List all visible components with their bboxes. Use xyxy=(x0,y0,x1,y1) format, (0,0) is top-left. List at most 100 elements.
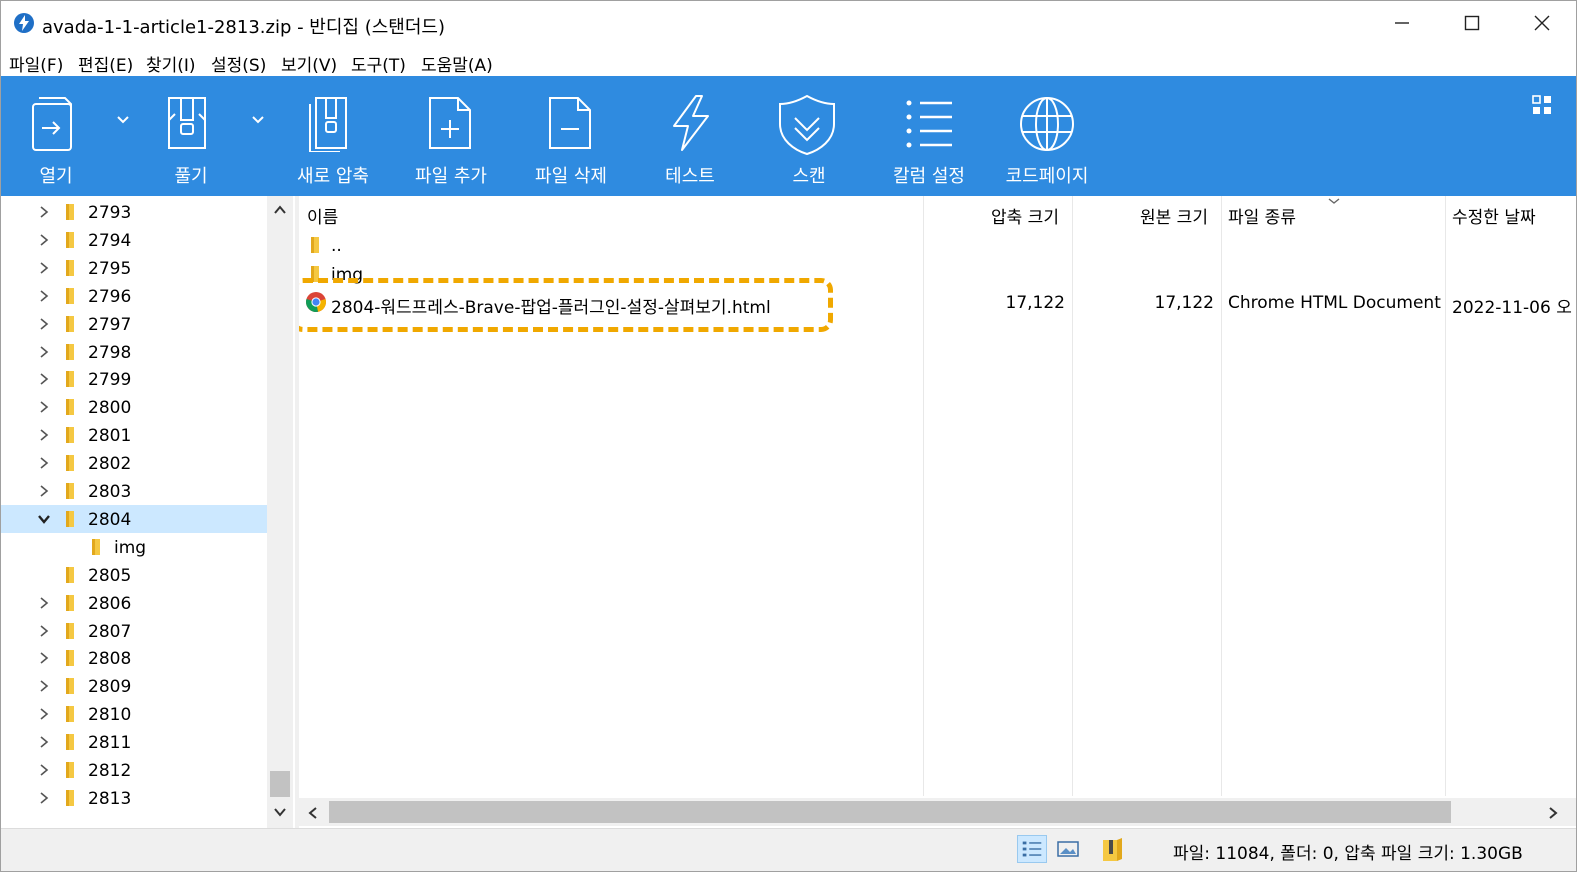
tree-item-2802[interactable]: 2802 xyxy=(1,449,267,477)
maximize-button[interactable] xyxy=(1437,1,1507,45)
minimize-button[interactable] xyxy=(1367,1,1437,45)
chevron-right-icon[interactable] xyxy=(37,317,51,331)
toolbar: 열기 풀기 새로 압축 파일 추가 파일 삭제 테스트 스캔 칼럼 설정 코드페… xyxy=(1,76,1576,196)
tree-item-label: img xyxy=(114,537,147,558)
layout-toggle-icon[interactable] xyxy=(1531,94,1553,116)
window-title: avada-1-1-article1-2813.zip - 반디집 (스탠더드) xyxy=(42,17,445,38)
column-header-name[interactable]: 이름 xyxy=(307,203,338,228)
menu-file[interactable]: 파일(F) xyxy=(9,51,63,76)
folder-icon xyxy=(66,650,74,667)
tree-scrollbar[interactable] xyxy=(267,196,293,828)
folder-icon xyxy=(92,538,100,555)
tree-item-2805[interactable]: 2805 xyxy=(1,561,267,589)
chevron-right-icon[interactable] xyxy=(37,372,51,386)
folder-icon xyxy=(66,371,74,388)
codepage-button[interactable]: 코드페이지 xyxy=(1001,76,1101,196)
chevron-right-icon[interactable] xyxy=(37,261,51,275)
chevron-right-icon[interactable] xyxy=(37,791,51,805)
menu-find[interactable]: 찾기(I) xyxy=(146,51,196,76)
add-file-icon xyxy=(429,97,471,149)
column-settings-button[interactable]: 칼럼 설정 xyxy=(886,76,986,196)
chevron-right-icon[interactable] xyxy=(37,484,51,498)
tree-item-2804[interactable]: 2804 xyxy=(1,504,267,533)
scan-icon xyxy=(779,94,835,156)
chevron-right-icon[interactable] xyxy=(37,624,51,638)
scroll-up-icon[interactable] xyxy=(273,204,287,216)
chevron-right-icon[interactable] xyxy=(37,456,51,470)
list-item-parent[interactable]: .. xyxy=(299,231,1576,259)
delete-file-button[interactable]: 파일 삭제 xyxy=(526,76,626,196)
tree-item-2810[interactable]: 2810 xyxy=(1,700,267,728)
menu-tools[interactable]: 도구(T) xyxy=(351,51,406,76)
scroll-down-icon[interactable] xyxy=(273,806,287,818)
folder-tree: 2793 2794 2795 2796 2797 2798 2799 2800 2801 2802… xyxy=(1,196,269,828)
delete-file-label: 파일 삭제 xyxy=(535,166,607,187)
extract-button[interactable]: 풀기 xyxy=(151,76,261,196)
chevron-right-icon[interactable] xyxy=(37,289,51,303)
chevron-right-icon[interactable] xyxy=(37,428,51,442)
chevron-right-icon[interactable] xyxy=(37,707,51,721)
tree-item-2812[interactable]: 2812 xyxy=(1,756,267,784)
column-header-compressed[interactable]: 압축 크기 xyxy=(991,203,1059,228)
menu-settings[interactable]: 설정(S) xyxy=(211,51,266,76)
chevron-right-icon[interactable] xyxy=(37,345,51,359)
tree-item-2806[interactable]: 2806 xyxy=(1,589,267,617)
tree-item-2807[interactable]: 2807 xyxy=(1,617,267,645)
open-label: 열기 xyxy=(39,166,73,187)
tree-item-2801[interactable]: 2801 xyxy=(1,421,267,449)
folder-icon xyxy=(66,510,74,527)
details-view-icon[interactable] xyxy=(1017,835,1047,863)
archive-info-icon[interactable] xyxy=(1097,835,1127,863)
folder-icon xyxy=(66,566,74,583)
list-horizontal-scrollbar[interactable] xyxy=(299,798,1576,826)
tree-item-2809[interactable]: 2809 xyxy=(1,672,267,700)
extract-label: 풀기 xyxy=(174,166,208,187)
chevron-down-icon[interactable] xyxy=(37,512,51,526)
tree-item-2797[interactable]: 2797 xyxy=(1,310,267,338)
tree-item-2813[interactable]: 2813 xyxy=(1,784,267,812)
scan-button[interactable]: 스캔 xyxy=(766,76,856,196)
extract-dropdown-icon[interactable] xyxy=(251,114,265,126)
menu-bar: 파일(F) 편집(E) 찾기(I) 설정(S) 보기(V) 도구(T) 도움말(… xyxy=(1,45,1576,76)
tree-item-2808[interactable]: 2808 xyxy=(1,644,267,672)
tree-item-2803[interactable]: 2803 xyxy=(1,477,267,505)
tree-scroll-thumb[interactable] xyxy=(270,771,290,797)
tree-item-2796[interactable]: 2796 xyxy=(1,282,267,310)
chevron-right-icon[interactable] xyxy=(37,735,51,749)
chevron-right-icon[interactable] xyxy=(37,651,51,665)
column-header-original[interactable]: 원본 크기 xyxy=(1140,203,1208,228)
tree-item-2811[interactable]: 2811 xyxy=(1,728,267,756)
chevron-right-icon[interactable] xyxy=(37,205,51,219)
scroll-left-icon[interactable] xyxy=(307,806,319,820)
test-button[interactable]: 테스트 xyxy=(646,76,736,196)
close-button[interactable] xyxy=(1507,1,1576,45)
tree-item-2800[interactable]: 2800 xyxy=(1,393,267,421)
add-file-button[interactable]: 파일 추가 xyxy=(406,76,506,196)
chevron-right-icon[interactable] xyxy=(37,233,51,247)
list-scroll-thumb[interactable] xyxy=(329,801,1451,823)
chevron-right-icon[interactable] xyxy=(37,400,51,414)
new-archive-button[interactable]: 새로 압축 xyxy=(286,76,386,196)
chevron-right-icon[interactable] xyxy=(37,763,51,777)
preview-view-icon[interactable] xyxy=(1053,835,1083,863)
tree-item-2794[interactable]: 2794 xyxy=(1,226,267,254)
column-header-type[interactable]: 파일 종류 xyxy=(1228,203,1296,228)
menu-help[interactable]: 도움말(A) xyxy=(421,51,493,76)
menu-edit[interactable]: 편집(E) xyxy=(78,51,133,76)
open-button[interactable]: 열기 xyxy=(21,76,131,196)
tree-item-img[interactable]: img xyxy=(1,533,267,561)
tree-item-2798[interactable]: 2798 xyxy=(1,338,267,366)
column-header-modified[interactable]: 수정한 날짜 xyxy=(1452,203,1536,228)
tree-item-2799[interactable]: 2799 xyxy=(1,365,267,393)
scroll-right-icon[interactable] xyxy=(1547,806,1559,820)
column-settings-icon xyxy=(906,100,952,148)
chevron-right-icon[interactable] xyxy=(37,596,51,610)
highlight-annotation xyxy=(299,278,833,332)
folder-icon xyxy=(66,789,74,806)
chevron-right-icon[interactable] xyxy=(37,679,51,693)
tree-item-2795[interactable]: 2795 xyxy=(1,254,267,282)
menu-view[interactable]: 보기(V) xyxy=(281,51,337,76)
test-icon xyxy=(673,95,709,151)
open-dropdown-icon[interactable] xyxy=(116,114,130,126)
tree-item-2793[interactable]: 2793 xyxy=(1,198,267,226)
